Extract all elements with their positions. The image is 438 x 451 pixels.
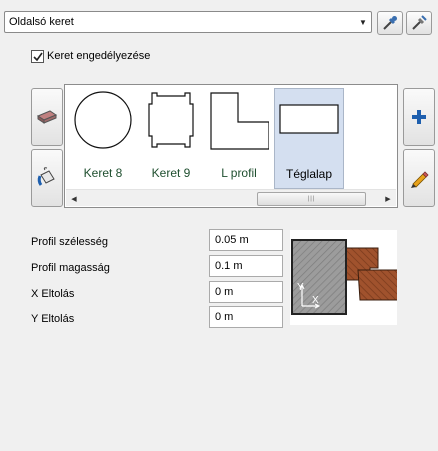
l-shape-profile-icon — [210, 92, 269, 150]
enable-frame-checkbox[interactable] — [31, 50, 44, 63]
plus-icon — [412, 110, 426, 124]
profile-preview: Y X — [290, 230, 401, 325]
gray-profile — [291, 239, 347, 315]
profile-gallery[interactable]: Keret 8 Keret 9 L profil Téglalap ◀ ||| … — [64, 84, 398, 208]
enable-frame-label[interactable]: Keret engedélyezése — [47, 50, 150, 62]
profile-width-input[interactable]: 0.05 m — [209, 229, 283, 251]
edit-profile-button[interactable] — [403, 149, 435, 207]
gallery-item-l-profil[interactable]: L profil — [205, 88, 273, 187]
y-offset-label: Y Eltolás — [31, 313, 75, 325]
x-offset-label: X Eltolás — [31, 288, 75, 300]
gallery-horizontal-scrollbar[interactable]: ◀ ||| ▶ — [66, 189, 396, 206]
gallery-item-label: Keret 9 — [151, 166, 191, 180]
scrollbar-thumb[interactable]: ||| — [257, 192, 366, 206]
gallery-item-label: Téglalap — [285, 167, 333, 181]
profile-height-label: Profil magasság — [31, 262, 110, 274]
profile-preview-illustration: Y X — [291, 239, 401, 315]
axis-y-label: Y — [297, 282, 304, 293]
check-icon — [32, 52, 43, 61]
paint-bucket-icon — [37, 167, 55, 186]
eyedropper-icon — [383, 16, 397, 30]
chevron-down-icon[interactable]: ▼ — [355, 12, 371, 32]
scroll-left-arrow-icon[interactable]: ◀ — [66, 190, 82, 207]
notched-rectangle-profile-icon — [148, 92, 194, 148]
gallery-item-label: L profil — [221, 166, 257, 180]
rectangle-profile-icon — [279, 104, 339, 134]
paint-button[interactable] — [31, 149, 63, 207]
material-button[interactable] — [31, 88, 63, 146]
gallery-item-keret-9[interactable]: Keret 9 — [137, 88, 205, 187]
frame-type-value: Oldalsó keret — [9, 16, 74, 28]
circle-profile-icon — [74, 91, 132, 149]
profile-height-input[interactable]: 0.1 m — [209, 255, 283, 277]
pencil-icon — [411, 171, 429, 188]
gallery-item-keret-8[interactable]: Keret 8 — [69, 88, 137, 187]
material-icon — [36, 110, 58, 124]
axis-x-label: X — [312, 295, 319, 306]
wood-profile-lower — [357, 269, 401, 301]
pick-material-icon — [412, 15, 427, 30]
profile-width-label: Profil szélesség — [31, 236, 109, 248]
add-profile-button[interactable] — [403, 88, 435, 146]
scroll-right-arrow-icon[interactable]: ▶ — [380, 190, 396, 207]
eyedropper-button[interactable] — [377, 11, 403, 35]
gallery-item-teglalap[interactable]: Téglalap — [274, 88, 344, 189]
pick-material-button[interactable] — [406, 11, 432, 35]
y-offset-input[interactable]: 0 m — [209, 306, 283, 328]
x-offset-input[interactable]: 0 m — [209, 281, 283, 303]
frame-type-dropdown[interactable]: Oldalsó keret ▼ — [4, 11, 372, 33]
gallery-item-label: Keret 8 — [83, 166, 123, 180]
